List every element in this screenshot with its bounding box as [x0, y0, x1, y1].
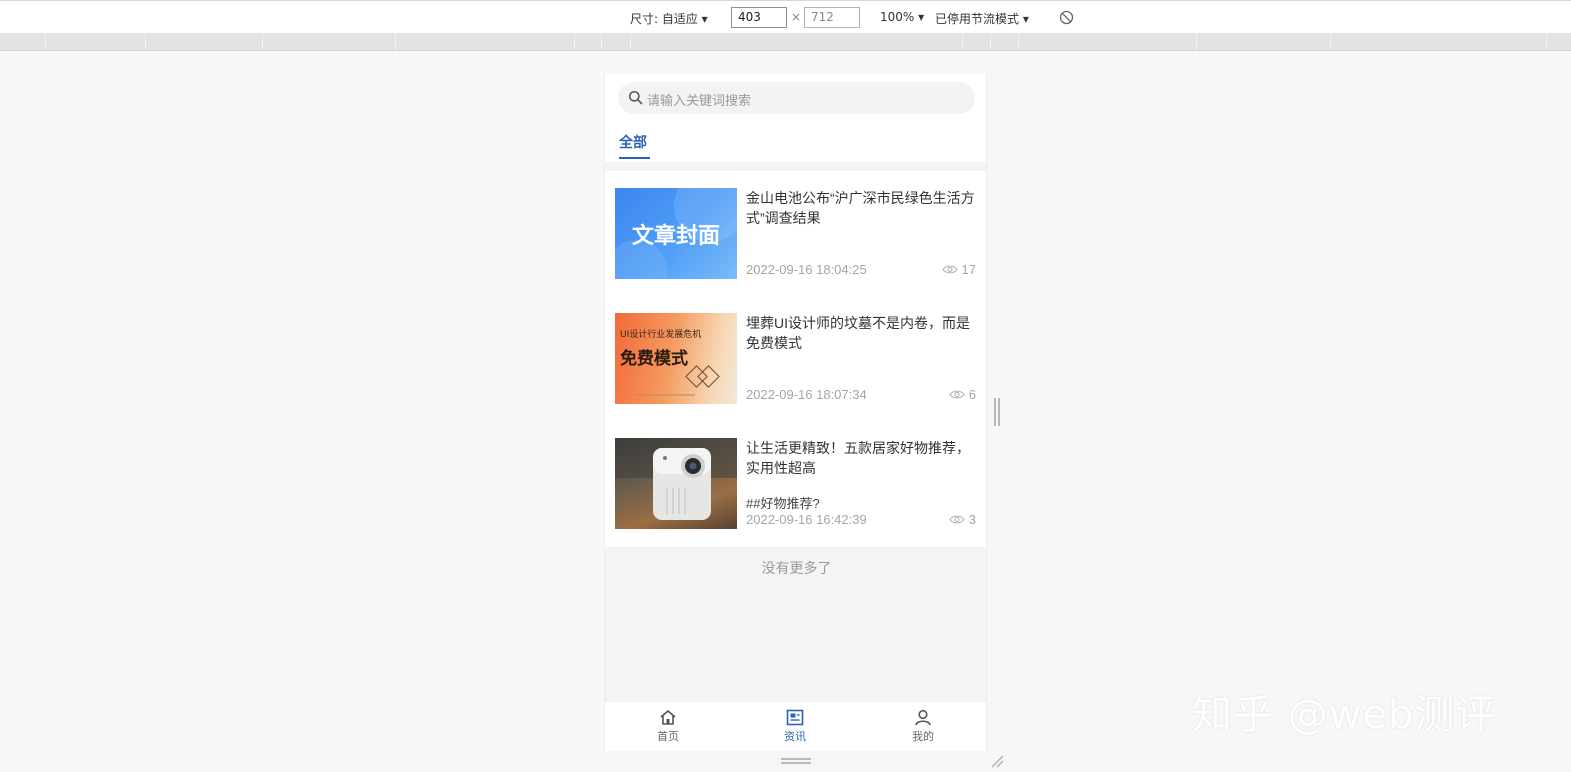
tabbar-label: 首页 — [657, 730, 679, 743]
tabbar-item-news[interactable]: 资讯 — [765, 709, 825, 744]
article-date: 2022-09-16 18:04:25 — [746, 262, 867, 277]
tabbar-label: 资讯 — [784, 730, 806, 743]
article-tag[interactable]: ##好物推荐? — [746, 493, 820, 512]
media-query-ruler[interactable] — [0, 34, 1571, 51]
article-item[interactable]: 让生活更精致！五款居家好物推荐，实用性超高 ##好物推荐? 2022-09-16… — [605, 421, 986, 546]
article-views: 6 — [949, 387, 976, 402]
tabbar-item-home[interactable]: 首页 — [638, 709, 698, 744]
eye-icon — [941, 265, 958, 274]
article-list: 文章封面 金山电池公布“沪广深市民绿色生活方式”调查结果 2022-09-16 … — [605, 171, 986, 547]
rotate-icon[interactable] — [1059, 10, 1074, 28]
article-title[interactable]: 金山电池公布“沪广深市民绿色生活方式”调查结果 — [746, 188, 978, 228]
home-icon — [660, 710, 676, 725]
eye-icon — [949, 390, 965, 399]
devtools-toolbar: 尺寸: 自适应 ▾ 403 × 712 100% ▾ 已停用节流模式 ▾ — [0, 0, 1571, 34]
article-title[interactable]: 埋葬UI设计师的坟墓不是内卷，而是免费模式 — [746, 313, 978, 353]
mobile-viewport: 请输入关键词搜索 全部 文章封面 金山电池公布“沪广深市民绿色生活方式”调查结果… — [604, 74, 987, 751]
throttle-dropdown[interactable]: 已停用节流模式 ▾ — [935, 10, 1029, 27]
no-more-text: 没有更多了 — [761, 560, 832, 576]
tab-active-indicator — [619, 157, 650, 159]
tabbar-item-profile[interactable]: 我的 — [893, 709, 953, 744]
article-item[interactable]: 文章封面 金山电池公布“沪广深市民绿色生活方式”调查结果 2022-09-16 … — [605, 171, 986, 296]
header: 请输入关键词搜索 全部 — [605, 74, 986, 162]
search-bar[interactable]: 请输入关键词搜索 — [618, 82, 975, 114]
right-resize-handle[interactable] — [994, 398, 1000, 426]
search-placeholder[interactable]: 请输入关键词搜索 — [647, 90, 751, 109]
view-count: 3 — [968, 512, 976, 527]
zoom-dropdown[interactable]: 100% ▾ — [880, 10, 924, 24]
width-input[interactable]: 403 — [731, 7, 787, 28]
thumbnail-cover-text: 文章封面 — [631, 224, 720, 249]
times-separator: × — [791, 10, 802, 24]
article-item[interactable]: UI设计行业发展危机 免费模式 埋葬UI设计师的坟墓不是内卷，而是免费模式 20… — [605, 296, 986, 421]
article-thumbnail — [615, 438, 737, 529]
view-count: 6 — [968, 387, 976, 402]
article-date: 2022-09-16 16:42:39 — [746, 512, 867, 527]
view-count: 17 — [961, 262, 976, 277]
article-views: 3 — [949, 512, 976, 527]
watermark: 知乎 @web测评 — [1192, 692, 1497, 738]
search-icon — [628, 90, 643, 105]
dimensions-dropdown[interactable]: 尺寸: 自适应 ▾ — [630, 10, 708, 27]
article-views: 17 — [941, 262, 976, 277]
article-thumbnail: UI设计行业发展危机 免费模式 — [615, 313, 737, 404]
eye-icon — [949, 515, 965, 524]
news-icon — [786, 709, 804, 726]
user-icon — [915, 709, 931, 726]
tabbar-label: 我的 — [912, 730, 934, 743]
height-input[interactable]: 712 — [804, 7, 860, 28]
tab-all[interactable]: 全部 — [619, 132, 647, 152]
bottom-tabbar: 首页 资讯 我的 — [605, 701, 986, 751]
corner-resize-icon[interactable] — [990, 754, 1004, 768]
article-thumbnail: 文章封面 — [615, 188, 737, 279]
projector-image — [615, 438, 737, 520]
bottom-resize-handle[interactable] — [781, 758, 811, 764]
article-title[interactable]: 让生活更精致！五款居家好物推荐，实用性超高 — [746, 438, 978, 478]
article-date: 2022-09-16 18:07:34 — [746, 387, 867, 402]
